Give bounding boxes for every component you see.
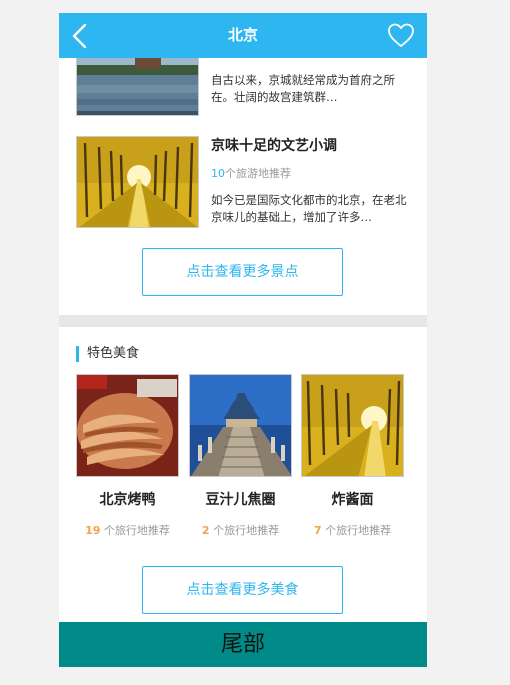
footer: 尾部 (59, 622, 427, 667)
food-recommend-count: 2 个旅行地推荐 (201, 524, 280, 537)
food-card[interactable]: 豆汁儿焦圈 2 个旅行地推荐 (189, 374, 292, 538)
food-card[interactable]: 北京烤鸭 19 个旅行地推荐 (76, 374, 179, 538)
food-name: 豆汁儿焦圈 (205, 492, 276, 508)
food-section-title: 特色美食 (76, 346, 139, 362)
food-name: 北京烤鸭 (99, 492, 156, 508)
section-divider (59, 315, 427, 327)
spot-info: 京味十足的文艺小调 10个旅游地推荐 如今已是国际文化都市的北京，在老北京味儿的… (211, 136, 411, 243)
top-nav-bar: 北京 (59, 13, 427, 58)
scroll-content[interactable]: 自古以来，京城就经常成为首府之所在。壮阔的故宫建筑群… 京味十足的文艺小调 10… (59, 58, 427, 622)
page-title: 北京 (227, 26, 258, 44)
favorite-heart-icon[interactable] (388, 23, 414, 49)
food-image-golden-avenue (301, 374, 404, 477)
spot-description: 自古以来，京城就经常成为首府之所在。壮阔的故宫建筑群… (211, 73, 395, 104)
phone-screen: 北京 自古以来，京城就经常成为首府之所在。壮阔的故宫建筑群… 京味十足的文艺小调… (59, 13, 427, 667)
spot-info: 自古以来，京城就经常成为首府之所在。壮阔的故宫建筑群… (211, 58, 411, 123)
more-food-button[interactable]: 点击查看更多美食 (142, 566, 343, 614)
food-card[interactable]: 炸酱面 7 个旅行地推荐 (301, 374, 404, 538)
spot-image-palace-lake (76, 58, 199, 116)
food-recommend-count: 7 个旅行地推荐 (313, 524, 392, 537)
spot-image-golden-avenue (76, 136, 199, 228)
food-recommend-count: 19 个旅行地推荐 (85, 524, 170, 537)
spot-description: 如今已是国际文化都市的北京，在老北京味儿的基础上，增加了许多… (211, 193, 407, 224)
food-image-roast-duck (76, 374, 179, 477)
spot-recommend-count: 10个旅游地推荐 (211, 167, 291, 180)
more-spots-button[interactable]: 点击查看更多景点 (142, 248, 343, 296)
food-name: 炸酱面 (331, 492, 374, 508)
food-image-temple-stairs (189, 374, 292, 477)
spot-name: 京味十足的文艺小调 (211, 138, 337, 154)
